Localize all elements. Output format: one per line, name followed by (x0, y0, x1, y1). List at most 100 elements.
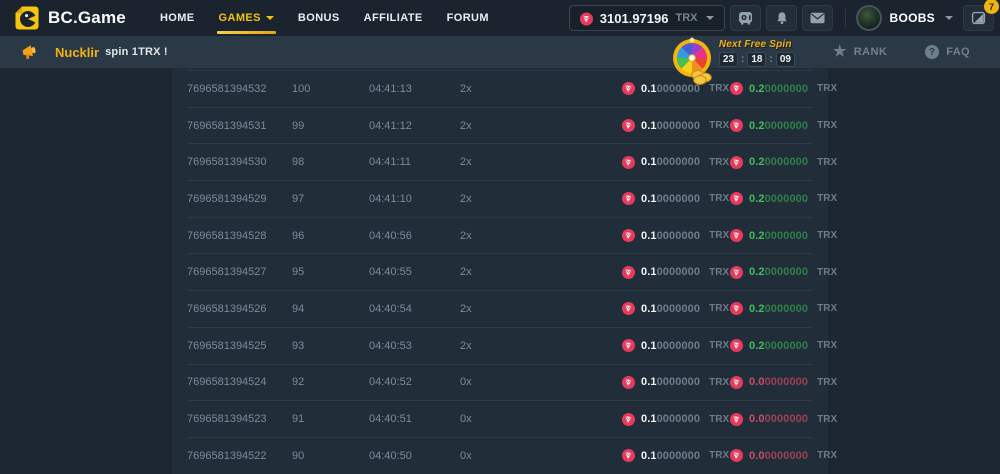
currency-label: TRX (709, 377, 729, 388)
currency-label: TRX (709, 230, 729, 241)
divider (845, 9, 846, 27)
balance-selector[interactable]: 3101.97196 TRX (569, 5, 726, 31)
bc-game-logo-icon (14, 5, 40, 31)
multiplier: 0x (460, 413, 622, 425)
bet-amount-main: 0.1 (641, 340, 657, 352)
table-row[interactable]: 7696581394532 100 04:41:13 2x 0.10000000… (187, 70, 813, 107)
bet-amount-main: 0.1 (641, 156, 657, 168)
bet-amount-value: 0.10000000 (641, 413, 700, 425)
round-number: 100 (292, 83, 369, 95)
announcement-link[interactable]: Nucklir spin 1TRX ! (20, 44, 168, 61)
notifications-button[interactable] (766, 5, 797, 31)
trx-coin-icon (622, 119, 635, 132)
bet-amount: 0.10000000 TRX (622, 302, 730, 315)
bet-id: 7696581394522 (187, 450, 292, 462)
table-row[interactable]: 7696581394525 93 04:40:53 2x 0.10000000 … (187, 327, 813, 364)
payout: 0.20000000 TRX (730, 339, 837, 352)
bet-time: 04:41:11 (369, 156, 460, 168)
bet-id: 7696581394523 (187, 413, 292, 425)
bet-id: 7696581394527 (187, 266, 292, 278)
bet-amount-zeros: 0000000 (657, 340, 701, 352)
nav-bonus[interactable]: BONUS (286, 0, 352, 36)
bet-amount: 0.10000000 TRX (622, 376, 730, 389)
chat-button[interactable]: 7 (963, 5, 994, 31)
round-number: 95 (292, 266, 369, 278)
trx-coin-icon (730, 339, 743, 352)
bet-time: 04:41:12 (369, 120, 460, 132)
vault-icon (738, 11, 753, 25)
table-row[interactable]: 7696581394526 94 04:40:54 2x 0.10000000 … (187, 290, 813, 327)
free-spin-label: Next Free Spin (719, 39, 795, 50)
faq-link[interactable]: ? FAQ (925, 45, 970, 59)
currency-label: TRX (709, 303, 729, 314)
table-row[interactable]: 7696581394531 99 04:41:12 2x 0.10000000 … (187, 107, 813, 144)
table-row[interactable]: 7696581394528 96 04:40:56 2x 0.10000000 … (187, 217, 813, 254)
mail-button[interactable] (802, 5, 833, 31)
bet-amount-value: 0.10000000 (641, 266, 700, 278)
currency-label: TRX (817, 303, 837, 314)
bet-id: 7696581394525 (187, 340, 292, 352)
nav-affiliate[interactable]: AFFILIATE (352, 0, 435, 36)
payout-value: 0.20000000 (749, 340, 808, 352)
bet-amount-zeros: 0000000 (657, 303, 701, 315)
vault-button[interactable] (730, 5, 761, 31)
currency-label: TRX (709, 157, 729, 168)
payout-zeros: 0000000 (765, 120, 809, 132)
nav-games[interactable]: GAMES (207, 0, 286, 36)
timer-seconds: 09 (776, 52, 795, 67)
user-menu[interactable]: BOOBS (856, 5, 953, 31)
multiplier: 2x (460, 266, 622, 278)
bet-amount: 0.10000000 TRX (622, 229, 730, 242)
free-spin-widget[interactable]: Next Free Spin 23 : 18 : 09 (671, 36, 795, 68)
payout: 0.20000000 TRX (730, 119, 837, 132)
avatar (856, 5, 882, 31)
payout-main: 0.0 (749, 413, 765, 425)
bet-amount-main: 0.1 (641, 303, 657, 315)
bet-id: 7696581394530 (187, 156, 292, 168)
payout-zeros: 0000000 (765, 156, 809, 168)
username: BOOBS (889, 11, 935, 25)
bet-amount-zeros: 0000000 (657, 376, 701, 388)
multiplier: 2x (460, 120, 622, 132)
nav-home[interactable]: HOME (148, 0, 207, 36)
payout-zeros: 0000000 (765, 266, 809, 278)
round-number: 92 (292, 376, 369, 388)
table-row[interactable]: 7696581394522 90 04:40:50 0x 0.10000000 … (187, 437, 813, 474)
bet-time: 04:40:53 (369, 340, 460, 352)
announcement-bar: Nucklir spin 1TRX ! (0, 36, 1000, 68)
bell-icon (775, 11, 789, 25)
bet-amount-value: 0.10000000 (641, 340, 700, 352)
bet-time: 04:41:13 (369, 83, 460, 95)
table-row[interactable]: 7696581394523 91 04:40:51 0x 0.10000000 … (187, 400, 813, 437)
table-row[interactable]: 7696581394527 95 04:40:55 2x 0.10000000 … (187, 253, 813, 290)
rank-link[interactable]: ★ RANK (833, 45, 887, 59)
table-row[interactable]: 7696581394524 92 04:40:52 0x 0.10000000 … (187, 364, 813, 401)
trx-coin-icon (730, 229, 743, 242)
brand-name: BC.Game (48, 8, 126, 28)
table-row[interactable]: 7696581394529 97 04:41:10 2x 0.10000000 … (187, 180, 813, 217)
chat-unread-badge: 7 (984, 0, 999, 14)
bet-time: 04:40:56 (369, 230, 460, 242)
payout-value: 0.20000000 (749, 230, 808, 242)
payout-zeros: 0000000 (765, 303, 809, 315)
table-row[interactable]: 7696581394530 98 04:41:11 2x 0.10000000 … (187, 143, 813, 180)
top-navigation-bar: BC.Game HOME GAMES BONUS AFFILIATE FORUM (0, 0, 1000, 36)
payout-value: 0.00000000 (749, 450, 808, 462)
payout-main: 0.2 (749, 340, 765, 352)
bet-amount-value: 0.10000000 (641, 156, 700, 168)
chevron-down-icon (706, 16, 714, 20)
currency-label: TRX (817, 193, 837, 204)
question-icon: ? (925, 45, 939, 59)
megaphone-icon (20, 44, 41, 61)
brand-logo[interactable]: BC.Game (14, 5, 126, 31)
payout-main: 0.2 (749, 83, 765, 95)
bet-amount-main: 0.1 (641, 376, 657, 388)
top-right-controls: 3101.97196 TRX (569, 5, 994, 31)
announcement-user: Nucklir (55, 45, 99, 60)
currency-label: TRX (817, 267, 837, 278)
bet-amount-zeros: 0000000 (657, 120, 701, 132)
bet-amount-main: 0.1 (641, 83, 657, 95)
currency-label: TRX (817, 120, 837, 131)
spin-wheel-icon (671, 36, 717, 68)
nav-forum[interactable]: FORUM (435, 0, 501, 36)
